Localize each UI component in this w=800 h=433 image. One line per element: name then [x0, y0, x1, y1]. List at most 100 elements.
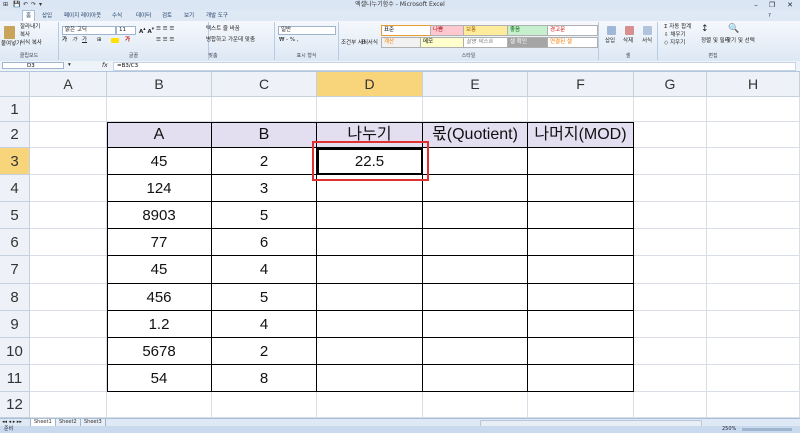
tab-page-layout[interactable]: 페이지 레이아웃: [64, 11, 101, 21]
cell-g9[interactable]: [634, 311, 707, 338]
cell-d12[interactable]: [317, 392, 423, 418]
align-top-icon[interactable]: ☰ ☰ ☰: [156, 26, 174, 33]
table-cell-c6[interactable]: 6: [212, 229, 317, 256]
style-good[interactable]: 좋음: [507, 25, 549, 36]
style-warning[interactable]: 경고문: [547, 25, 598, 36]
tab-developer[interactable]: 개발 도구: [206, 11, 228, 21]
table-cell-e5[interactable]: [423, 202, 528, 229]
clear-button[interactable]: ◇ 지우기: [664, 40, 685, 47]
column-header-f[interactable]: F: [528, 72, 634, 97]
cell-e12[interactable]: [423, 392, 528, 418]
style-explanatory[interactable]: 설명 텍스트: [463, 37, 509, 48]
format-cells-button[interactable]: 서식: [642, 38, 652, 45]
cell-c1[interactable]: [212, 97, 317, 122]
merge-center-button[interactable]: 병합하고 가운데 맞춤: [206, 37, 255, 44]
table-cell-d10[interactable]: [317, 338, 423, 365]
table-cell-d5[interactable]: [317, 202, 423, 229]
name-box[interactable]: D3: [2, 62, 64, 69]
cell-a10[interactable]: [30, 338, 107, 365]
table-cell-e7[interactable]: [423, 256, 528, 284]
table-cell-d3[interactable]: 22.5: [317, 148, 423, 175]
style-check-cell[interactable]: 셀 확인: [507, 37, 549, 48]
delete-cells-icon[interactable]: [625, 26, 634, 35]
cell-g2[interactable]: [634, 122, 707, 148]
format-painter-button[interactable]: 서식 복사: [20, 40, 42, 47]
table-cell-b5[interactable]: 8903: [107, 202, 212, 229]
select-all-corner[interactable]: [0, 72, 30, 97]
align-left-icon[interactable]: ☰ ☰ ☰: [156, 37, 174, 44]
cell-b12[interactable]: [107, 392, 212, 418]
cell-a1[interactable]: [30, 97, 107, 122]
table-cell-f8[interactable]: [528, 284, 634, 311]
table-header-cell[interactable]: B: [212, 122, 317, 148]
format-cells-icon[interactable]: [643, 26, 652, 35]
table-cell-d9[interactable]: [317, 311, 423, 338]
row-header-3[interactable]: 3: [0, 148, 30, 175]
table-cell-b4[interactable]: 124: [107, 175, 212, 202]
cell-a2[interactable]: [30, 122, 107, 148]
zoom-slider[interactable]: [742, 428, 792, 431]
table-header-cell[interactable]: 몫(Quotient): [423, 122, 528, 148]
table-cell-c7[interactable]: 4: [212, 256, 317, 284]
row-header-5[interactable]: 5: [0, 202, 30, 229]
table-cell-e6[interactable]: [423, 229, 528, 256]
font-name-select[interactable]: 맑은 고딕: [62, 26, 116, 35]
column-header-d[interactable]: D: [317, 72, 423, 97]
cell-a3[interactable]: [30, 148, 107, 175]
find-select-icon[interactable]: 🔍: [728, 25, 739, 34]
table-cell-c5[interactable]: 5: [212, 202, 317, 229]
table-cell-f3[interactable]: [528, 148, 634, 175]
cell-g5[interactable]: [634, 202, 707, 229]
table-cell-e11[interactable]: [423, 365, 528, 392]
table-header-cell[interactable]: 나머지(MOD): [528, 122, 634, 148]
close-icon[interactable]: ✕: [782, 0, 798, 10]
table-cell-c4[interactable]: 3: [212, 175, 317, 202]
cell-d1[interactable]: [317, 97, 423, 122]
table-cell-f9[interactable]: [528, 311, 634, 338]
cell-h10[interactable]: [707, 338, 800, 365]
cell-a5[interactable]: [30, 202, 107, 229]
underline-icon[interactable]: 가: [82, 37, 87, 44]
table-cell-d6[interactable]: [317, 229, 423, 256]
table-cell-d4[interactable]: [317, 175, 423, 202]
cell-h5[interactable]: [707, 202, 800, 229]
cell-h2[interactable]: [707, 122, 800, 148]
table-cell-b11[interactable]: 54: [107, 365, 212, 392]
table-header-cell[interactable]: 나누기: [317, 122, 423, 148]
table-cell-b6[interactable]: 77: [107, 229, 212, 256]
insert-function-icon[interactable]: fx: [102, 62, 108, 70]
tab-view[interactable]: 보기: [184, 11, 194, 21]
table-cell-c8[interactable]: 5: [212, 284, 317, 311]
table-cell-f11[interactable]: [528, 365, 634, 392]
cell-a12[interactable]: [30, 392, 107, 418]
tab-review[interactable]: 검토: [162, 11, 172, 21]
table-cell-f5[interactable]: [528, 202, 634, 229]
delete-cells-button[interactable]: 삭제: [623, 38, 633, 45]
tab-formulas[interactable]: 수식: [112, 11, 122, 21]
autosum-button[interactable]: Σ 자동 합계: [664, 24, 691, 31]
sort-filter-icon[interactable]: ↕: [701, 25, 709, 34]
format-as-table-button[interactable]: 표 서식: [361, 40, 378, 47]
copy-button[interactable]: 복사: [20, 32, 30, 39]
cell-g6[interactable]: [634, 229, 707, 256]
cell-h9[interactable]: [707, 311, 800, 338]
row-header-2[interactable]: 2: [0, 122, 30, 148]
find-select-button[interactable]: 찾기 및 선택: [726, 38, 755, 45]
row-header-4[interactable]: 4: [0, 175, 30, 202]
table-header-cell[interactable]: A: [107, 122, 212, 148]
paste-button[interactable]: 붙여넣기: [1, 41, 21, 48]
cell-g1[interactable]: [634, 97, 707, 122]
column-header-h[interactable]: H: [707, 72, 800, 97]
row-header-1[interactable]: 1: [0, 97, 30, 122]
currency-icon[interactable]: ₩ - % ,: [279, 37, 299, 44]
tab-data[interactable]: 데이터: [136, 11, 151, 21]
row-header-10[interactable]: 10: [0, 338, 30, 365]
cell-h12[interactable]: [707, 392, 800, 418]
table-cell-c10[interactable]: 2: [212, 338, 317, 365]
column-header-g[interactable]: G: [634, 72, 707, 97]
cell-c12[interactable]: [212, 392, 317, 418]
cell-g12[interactable]: [634, 392, 707, 418]
column-header-c[interactable]: C: [212, 72, 317, 97]
column-header-e[interactable]: E: [423, 72, 528, 97]
table-cell-f4[interactable]: [528, 175, 634, 202]
